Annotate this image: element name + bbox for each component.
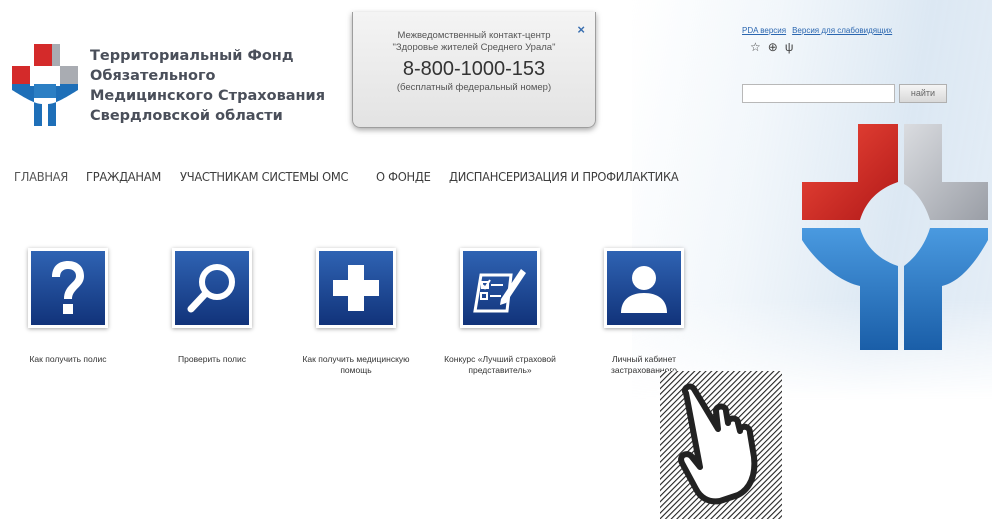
magnifier-icon: [187, 264, 235, 313]
tile-contest[interactable]: Конкурс «Лучший страховой представитель»: [432, 248, 568, 376]
org-name-line: Территориальный Фонд: [90, 48, 294, 64]
decorative-cross-logo: [802, 124, 988, 350]
star-icon[interactable]: ☆: [750, 40, 768, 54]
hand-pointer-icon: [660, 371, 782, 519]
popup-title: Межведомственный контакт-центр: [397, 30, 551, 41]
top-links: PDA версия Версия для слабовидящих: [742, 26, 898, 35]
search-button[interactable]: найти: [899, 84, 947, 103]
tile-get-policy[interactable]: Как получить полис: [0, 248, 136, 365]
org-name-line: Медицинского Страхования: [90, 88, 326, 104]
user-icon: [621, 266, 667, 313]
quick-links: Как получить полис Проверить полис Как п…: [0, 248, 760, 408]
search-input[interactable]: [742, 84, 895, 103]
org-name: Территориальный Фонд Обязательного Медиц…: [90, 46, 326, 126]
nav-item-about[interactable]: О ФОНДЕ: [376, 169, 431, 184]
question-icon: [52, 261, 84, 314]
close-icon[interactable]: ×: [577, 22, 585, 37]
contact-center-popup: × Межведомственный контакт-центр "Здоров…: [352, 12, 596, 128]
tile-label: Как получить полис: [29, 354, 107, 364]
fund-logo[interactable]: [12, 44, 78, 126]
org-name-line: Свердловской области: [90, 108, 283, 124]
header-icons: ☆⊕ψ: [750, 40, 800, 54]
cross-icon: [333, 265, 379, 311]
hotline-phone[interactable]: 8-800-1000-153: [353, 57, 595, 81]
tile-personal-account[interactable]: Личный кабинет застрахованного: [576, 248, 712, 376]
nav-item-citizens[interactable]: ГРАЖДАНАМ: [86, 169, 161, 184]
tile-label: Конкурс «Лучший страховой представитель»: [444, 354, 556, 375]
checklist-icon: [473, 269, 526, 313]
tile-label: Проверить полис: [178, 354, 246, 364]
tile-label: Как получить медицинскую помощь: [302, 354, 410, 375]
pda-version-link[interactable]: PDA версия: [742, 26, 786, 35]
accessibility-icon[interactable]: ψ: [785, 40, 801, 54]
main-nav: ГЛАВНАЯ ГРАЖДАНАМ УЧАСТНИКАМ СИСТЕМЫ ОМС О …: [14, 168, 711, 190]
tile-check-policy[interactable]: Проверить полис: [144, 248, 280, 365]
nav-item-checkup[interactable]: ДИСПАНСЕРИЗАЦИЯ И ПРОФИЛАКТИКА: [449, 169, 679, 184]
popup-subtitle: "Здоровье жителей Среднего Урала": [392, 42, 556, 53]
nav-item-home[interactable]: ГЛАВНАЯ: [14, 169, 68, 184]
tile-medical-help[interactable]: Как получить медицинскую помощь: [288, 248, 424, 376]
globe-icon[interactable]: ⊕: [768, 40, 785, 54]
low-vision-version-link[interactable]: Версия для слабовидящих: [792, 26, 892, 35]
nav-item-participants[interactable]: УЧАСТНИКАМ СИСТЕМЫ ОМС: [180, 169, 349, 184]
org-name-line: Обязательного: [90, 68, 216, 84]
hotline-note: (бесплатный федеральный номер): [396, 82, 552, 93]
